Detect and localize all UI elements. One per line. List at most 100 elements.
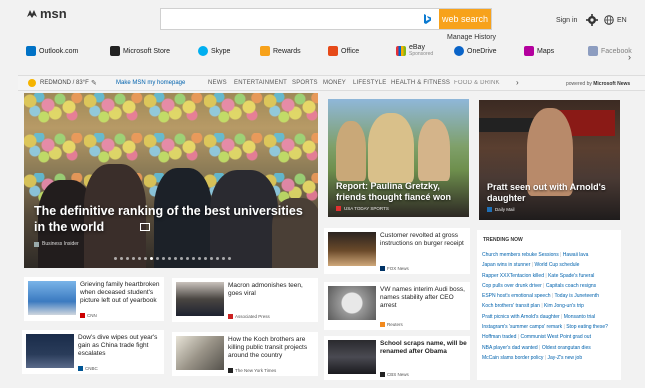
trending-item[interactable]: Capitals coach resigns xyxy=(546,283,596,289)
trending-item[interactable]: Koch brothers' transit plan xyxy=(482,303,540,309)
source-name: Associated Press xyxy=(235,314,270,319)
feature-title[interactable]: Report: Paulina Gretzky, friends thought… xyxy=(336,181,464,203)
gear-icon[interactable] xyxy=(586,14,598,26)
news-card[interactable]: School scraps name, will be renamed afte… xyxy=(324,336,470,380)
trending-item[interactable]: Pratt picnics with Arnold's daughter xyxy=(482,314,560,320)
trending-item[interactable]: Today is Juneteenth xyxy=(555,293,599,299)
news-thumbnail xyxy=(28,281,76,315)
chevron-right-icon[interactable]: › xyxy=(628,52,631,62)
make-homepage-link[interactable]: Make MSN my homepage xyxy=(116,80,185,86)
trending-item[interactable]: Hoffman traded xyxy=(482,334,516,340)
shortcut-skype[interactable]: Skype xyxy=(198,46,230,56)
trending-item[interactable]: Cop pulls over drunk driver xyxy=(482,283,542,289)
news-headline[interactable]: Dow's dive wipes out year's gain as Chin… xyxy=(78,334,161,358)
msn-butterfly-icon xyxy=(27,9,37,18)
shortcut-ebay[interactable]: eBay Sponsored xyxy=(396,44,433,57)
feature-card-pratt[interactable]: Pratt seen out with Arnold's daughter Da… xyxy=(479,100,620,220)
source-name: CNBC xyxy=(85,366,98,371)
source-name: Business Insider xyxy=(42,241,79,247)
trending-item[interactable]: Japan wins in stunner xyxy=(482,262,530,268)
news-card[interactable]: How the Koch brothers are killing public… xyxy=(172,332,318,376)
logo-text: msn xyxy=(40,6,67,21)
source-logo-icon xyxy=(80,313,85,318)
globe-icon[interactable] xyxy=(604,15,614,25)
shortcut-onedrive[interactable]: OneDrive xyxy=(454,46,497,56)
news-headline[interactable]: Customer revolted at gross instructions … xyxy=(380,232,467,248)
feature-card-gretzky[interactable]: Report: Paulina Gretzky, friends thought… xyxy=(328,99,469,217)
facebook-icon xyxy=(588,46,598,56)
carousel-dots[interactable] xyxy=(114,257,231,260)
search-input[interactable] xyxy=(161,9,415,29)
nav-sports[interactable]: SPORTS xyxy=(292,80,318,86)
category-nav: REDMOND / 83°F ✎ Make MSN my homepage NE… xyxy=(18,75,645,91)
source-logo-icon xyxy=(487,207,492,212)
nav-lifestyle[interactable]: LIFESTYLE xyxy=(353,80,386,86)
language-selector[interactable]: EN xyxy=(617,17,627,24)
trending-item[interactable]: Communist West Point grad out xyxy=(520,334,591,340)
news-headline[interactable]: How the Koch brothers are killing public… xyxy=(228,336,315,360)
hero-title[interactable]: The definitive ranking of the best unive… xyxy=(34,203,304,235)
shortcut-maps[interactable]: Maps xyxy=(524,46,554,56)
trending-item[interactable]: McCain slams border policy xyxy=(482,355,543,361)
trending-item[interactable]: Instagram's 'summer camps' remark xyxy=(482,324,562,330)
powered-brand: Microsoft News xyxy=(593,81,631,87)
news-card[interactable]: Dow's dive wipes out year's gain as Chin… xyxy=(22,330,164,374)
shortcut-bar: Outlook.com Microsoft Store Skype Reward… xyxy=(22,44,642,66)
trending-item[interactable]: Rapper XXXTentacion killed xyxy=(482,273,544,279)
news-headline[interactable]: VW names interim Audi boss, names stabil… xyxy=(380,286,467,310)
trending-item[interactable]: Hawaii lava xyxy=(563,252,589,258)
trending-item[interactable]: Oldest orangutan dies xyxy=(542,345,591,351)
source-logo-icon xyxy=(336,206,341,211)
shortcut-label: Rewards xyxy=(273,47,301,55)
news-source: CNN xyxy=(80,313,97,318)
trending-item[interactable]: Kate Spade's funeral xyxy=(548,273,594,279)
pencil-icon[interactable]: ✎ xyxy=(91,79,97,87)
trending-item[interactable]: Kim Jong-un's trip xyxy=(544,303,584,309)
source-logo-icon xyxy=(380,372,385,377)
chevron-right-icon[interactable]: › xyxy=(516,78,519,87)
shortcut-rewards[interactable]: Rewards xyxy=(260,46,301,56)
sign-in-link[interactable]: Sign in xyxy=(556,17,577,24)
news-headline[interactable]: School scraps name, will be renamed afte… xyxy=(380,340,467,356)
trending-list: Church members rebuke Sessions | Hawaii … xyxy=(482,252,608,361)
msn-logo[interactable]: msn xyxy=(26,6,67,21)
manage-history-link[interactable]: Manage History xyxy=(447,34,496,41)
news-card[interactable]: Customer revolted at gross instructions … xyxy=(324,228,470,274)
trending-item[interactable]: ESPN host's emotional speech xyxy=(482,293,551,299)
nav-money[interactable]: MONEY xyxy=(323,80,346,86)
news-card[interactable]: Macron admonishes teen, goes viral Assoc… xyxy=(172,278,318,322)
nav-food-drink[interactable]: FOOD & DRINK xyxy=(454,80,500,86)
trending-heading: TRENDING NOW xyxy=(483,237,523,243)
source-name: Reuters xyxy=(387,322,403,327)
news-headline[interactable]: Grieving family heartbroken when decease… xyxy=(80,281,161,305)
trending-item[interactable]: Monsanto trial xyxy=(564,314,595,320)
source-logo-icon xyxy=(34,241,39,247)
news-card[interactable]: VW names interim Audi boss, names stabil… xyxy=(324,282,470,330)
rewards-trophy-icon xyxy=(260,46,270,56)
outlook-icon xyxy=(26,46,36,56)
web-search-button[interactable]: web search xyxy=(439,9,491,29)
trending-item[interactable]: NBA player's dad wanted xyxy=(482,345,538,351)
shortcut-office[interactable]: Office xyxy=(328,46,359,56)
shortcut-facebook[interactable]: Facebook xyxy=(588,46,632,56)
news-card[interactable]: Grieving family heartbroken when decease… xyxy=(24,277,164,321)
source-name: USA TODAY SPORTS xyxy=(344,206,389,211)
trending-item[interactable]: Jay-Z's new job xyxy=(548,355,583,361)
shortcut-label: OneDrive xyxy=(467,47,497,55)
news-headline[interactable]: Macron admonishes teen, goes viral xyxy=(228,282,315,298)
trending-item[interactable]: World Cup schedule xyxy=(534,262,579,268)
nav-health-fitness[interactable]: HEALTH & FITNESS xyxy=(391,80,450,86)
nav-news[interactable]: NEWS xyxy=(208,80,227,86)
trending-item[interactable]: Stop eating these? xyxy=(566,324,608,330)
news-source: CBS News xyxy=(380,372,409,377)
shortcut-label: eBay xyxy=(409,44,425,51)
hero-card[interactable]: The definitive ranking of the best unive… xyxy=(24,93,318,268)
bing-icon[interactable] xyxy=(415,9,439,29)
nav-entertainment[interactable]: ENTERTAINMENT xyxy=(234,80,287,86)
maps-icon xyxy=(524,46,534,56)
shortcut-microsoft-store[interactable]: Microsoft Store xyxy=(110,46,170,56)
feature-title[interactable]: Pratt seen out with Arnold's daughter xyxy=(487,182,615,204)
weather-readout[interactable]: REDMOND / 83°F xyxy=(40,80,89,86)
shortcut-outlook[interactable]: Outlook.com xyxy=(26,46,78,56)
trending-item[interactable]: Church members rebuke Sessions xyxy=(482,252,559,258)
